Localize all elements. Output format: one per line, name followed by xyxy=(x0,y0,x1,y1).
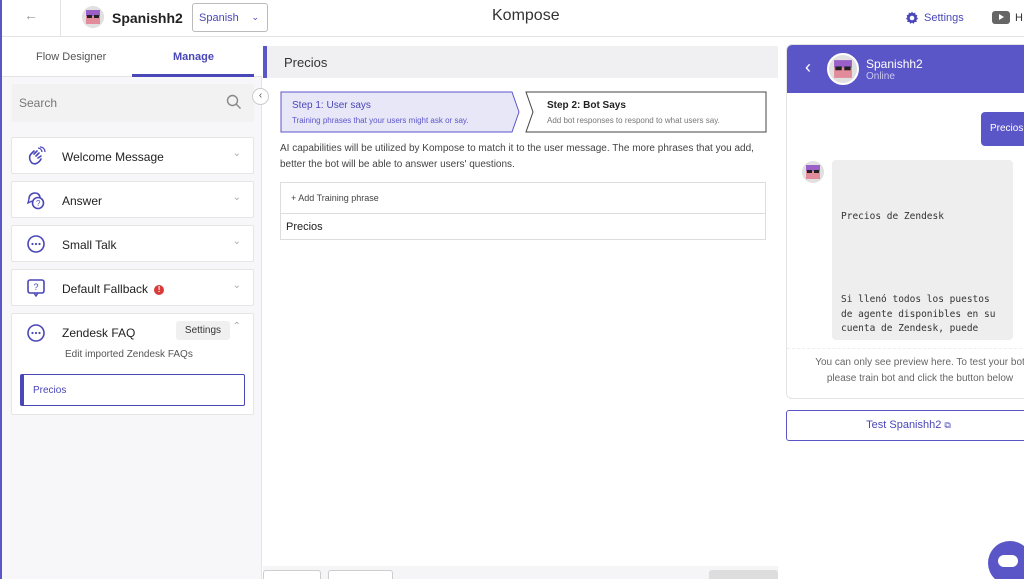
svg-text:?: ? xyxy=(36,199,41,208)
sidebar-item-default-fallback[interactable]: ? Default Fallback! ⌄ xyxy=(11,269,254,306)
sidebar: Flow Designer Manage Search Welcome Mess… xyxy=(2,37,262,579)
help-text: AI capabilities will be utilized by Komp… xyxy=(280,143,754,170)
step-1-text: Step 1: User says Training phrases that … xyxy=(280,91,520,133)
preview-bot-name: Spanishh2 xyxy=(866,57,923,71)
page-header: Precios xyxy=(263,46,778,78)
bot-avatar xyxy=(82,6,104,28)
sidebar-item-zendesk-faq[interactable]: Zendesk FAQ Settings ⌃ Edit imported Zen… xyxy=(11,313,254,415)
collapse-sidebar-button[interactable]: ‹ xyxy=(252,88,269,105)
chat-launcher-button[interactable] xyxy=(988,541,1024,579)
page-title: Precios xyxy=(284,55,328,70)
waving-hand-icon xyxy=(28,146,46,165)
chevron-down-icon: ⌄ xyxy=(232,192,241,203)
step-2-subtitle: Add bot responses to respond to what use… xyxy=(547,116,720,125)
language-select[interactable]: Spanish ⌄ xyxy=(192,3,268,32)
faq-subtitle: Edit imported Zendesk FAQs xyxy=(65,349,193,360)
sidebar-item-answer[interactable]: ? Answer ⌄ xyxy=(11,181,254,218)
question-bubble-icon: ? xyxy=(26,192,45,210)
sidebar-item-label: Small Talk xyxy=(62,238,117,252)
settings-link[interactable]: Settings xyxy=(905,11,964,25)
step-1-title: Step 1: User says xyxy=(292,100,371,111)
phrase-divider xyxy=(281,213,765,214)
tab-manage[interactable]: Manage xyxy=(173,51,214,63)
faq-item-label: Precios xyxy=(33,385,67,396)
faq-settings-button[interactable]: Settings xyxy=(176,321,230,340)
sidebar-item-label: Welcome Message xyxy=(62,150,164,164)
settings-label: Settings xyxy=(924,12,964,24)
step-2-title: Step 2: Bot Says xyxy=(547,100,626,111)
app-window: ← Spanishh2 Spanish ⌄ Kompose Settings H… xyxy=(0,0,1024,579)
test-bot-button[interactable]: Test Spanishh2 ⧉ xyxy=(786,410,1024,441)
sidebar-item-label: Default Fallback! xyxy=(62,282,165,296)
external-link-icon: ⧉ xyxy=(944,420,951,430)
tab-flow-designer[interactable]: Flow Designer xyxy=(36,51,106,63)
help-video-link[interactable]: H xyxy=(992,11,1023,24)
search-placeholder: Search xyxy=(19,96,58,110)
help-label: H xyxy=(1015,11,1023,24)
video-play-icon xyxy=(992,11,1010,24)
sidebar-tabs: Flow Designer Manage xyxy=(2,37,262,77)
top-bar: ← Spanishh2 Spanish ⌄ Kompose Settings H xyxy=(2,0,1024,37)
app-title: Kompose xyxy=(492,7,560,24)
step-1-subtitle: Training phrases that your users might a… xyxy=(292,116,469,125)
main-panel: Precios Step 1: User says Training phras… xyxy=(263,46,778,579)
bot-message-title: Precios de Zendesk xyxy=(841,211,944,222)
bot-message: Precios de Zendesk Si llenó todos los pu… xyxy=(832,160,1013,340)
step-2-text: Step 2: Bot Says Add bot responses to re… xyxy=(535,91,767,133)
chevron-down-icon: ⌄ xyxy=(232,236,241,247)
chat-dots-icon xyxy=(27,324,45,342)
footer-button[interactable] xyxy=(263,570,321,579)
alert-icon: ! xyxy=(154,284,165,295)
chevron-down-icon: ⌄ xyxy=(251,12,259,22)
bot-message-avatar xyxy=(802,161,824,183)
search-icon xyxy=(226,94,241,109)
preview-status: Online xyxy=(866,71,895,82)
chevron-down-icon: ⌄ xyxy=(232,280,241,291)
sidebar-item-small-talk[interactable]: Small Talk ⌄ xyxy=(11,225,254,262)
search-input[interactable]: Search xyxy=(12,84,254,122)
chat-dots-icon xyxy=(27,235,45,253)
active-tab-indicator xyxy=(132,74,254,77)
bot-avatar-image xyxy=(829,55,857,83)
chat-bubble-icon xyxy=(998,555,1018,567)
language-value: Spanish xyxy=(199,12,239,24)
footer-button[interactable] xyxy=(328,570,393,579)
preview-note-text: You can only see preview here. To test y… xyxy=(805,355,1024,387)
sidebar-item-label: Zendesk FAQ xyxy=(62,326,136,340)
add-training-phrase-button[interactable]: + Add Training phrase xyxy=(291,193,379,203)
bot-name: Spanishh2 xyxy=(112,10,183,26)
svg-text:?: ? xyxy=(34,282,39,292)
chevron-left-icon[interactable]: ‹ xyxy=(805,57,811,78)
training-phrases: + Add Training phrase Precios xyxy=(280,182,766,240)
sidebar-item-welcome-message[interactable]: Welcome Message ⌄ xyxy=(11,137,254,174)
question-box-icon: ? xyxy=(27,279,45,298)
gear-icon xyxy=(905,11,919,24)
preview-header: ‹ Spanishh2 Online xyxy=(787,45,1024,93)
preview-bot-avatar xyxy=(827,53,859,85)
user-message: Precios xyxy=(981,112,1024,146)
preview-note-line: please train bot and click the button be… xyxy=(826,373,1014,384)
faq-item-precios[interactable]: Precios xyxy=(20,374,245,406)
fallback-label: Default Fallback xyxy=(62,282,149,296)
sidebar-item-label: Answer xyxy=(62,194,103,208)
header-divider xyxy=(60,0,61,37)
chevron-up-icon[interactable]: ⌃ xyxy=(233,321,241,332)
bot-avatar-image xyxy=(82,6,104,28)
bot-avatar-image xyxy=(802,161,824,183)
preview-note-line: You can only see preview here. To test y… xyxy=(815,357,1024,368)
chevron-down-icon: ⌄ xyxy=(232,148,241,159)
training-phrase[interactable]: Precios xyxy=(286,221,323,233)
chat-preview: ‹ Spanishh2 Online Precios Precios de Ze… xyxy=(786,44,1024,399)
footer-button[interactable] xyxy=(709,570,778,579)
back-arrow-icon[interactable]: ← xyxy=(24,7,38,23)
bot-message-body: Si llenó todos los puestos de agente dis… xyxy=(841,294,996,334)
preview-note: You can only see preview here. To test y… xyxy=(787,348,1024,398)
test-bot-label: Test Spanishh2 xyxy=(866,419,942,431)
